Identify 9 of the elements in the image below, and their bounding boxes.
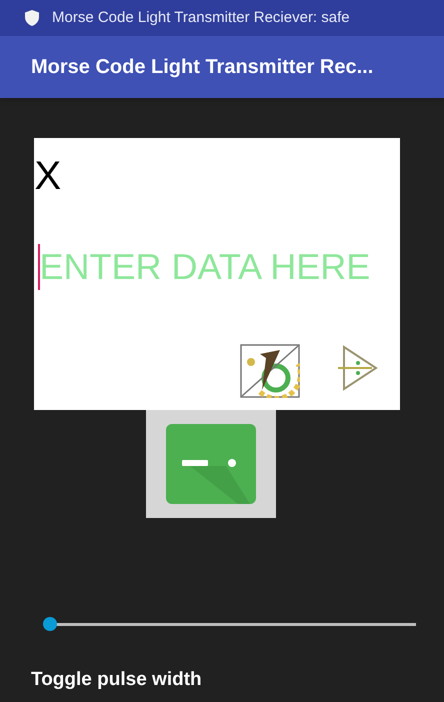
slider-label: Toggle pulse width xyxy=(31,668,203,692)
play-arrow-icon[interactable] xyxy=(336,344,378,392)
app-title: Morse Code Light Transmitter Rec... xyxy=(31,55,374,80)
close-button[interactable]: X xyxy=(34,156,62,196)
torch-emblem-icon[interactable] xyxy=(240,344,300,398)
shield-icon xyxy=(24,9,40,27)
slider-thumb[interactable] xyxy=(43,617,57,631)
status-text: Morse Code Light Transmitter Reciever: safe xyxy=(52,8,350,28)
data-input-field[interactable]: ENTER DATA HERE xyxy=(40,240,400,294)
